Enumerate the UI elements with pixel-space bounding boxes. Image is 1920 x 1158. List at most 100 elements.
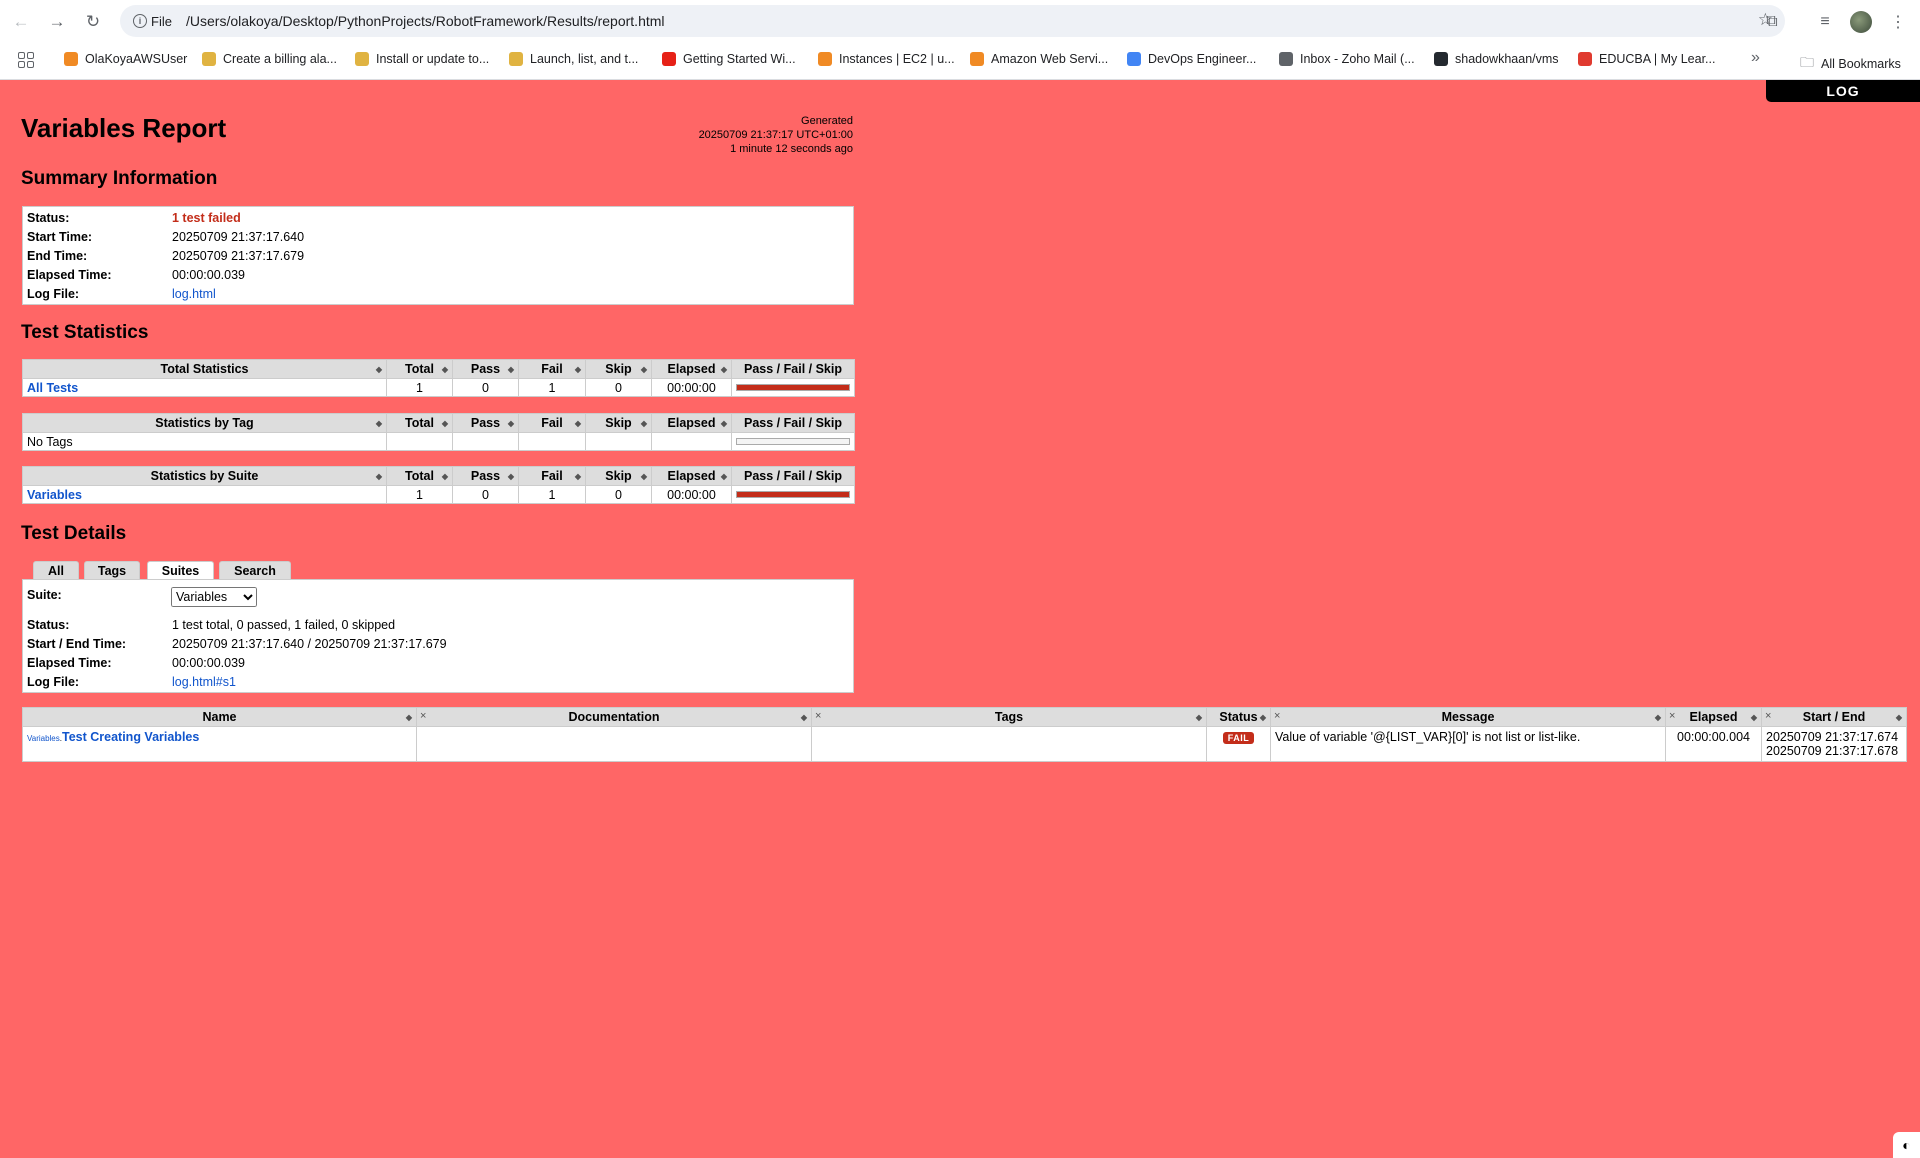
test-documentation (416, 726, 812, 762)
empty-graph-bar (736, 438, 850, 445)
hide-column-icon[interactable]: × (1765, 710, 1771, 722)
bookmark-favicon-icon (64, 52, 78, 66)
bookmarks-overflow-icon[interactable]: » (1751, 49, 1760, 67)
bookmark-item[interactable]: DevOps Engineer... (1127, 52, 1256, 66)
col-status[interactable]: Status ◆ (1206, 707, 1271, 727)
extensions-icon[interactable]: ⧉ (1759, 9, 1785, 35)
col-pass[interactable]: Pass ◆ (452, 359, 519, 379)
col-tags[interactable]: × Tags ◆ (811, 707, 1207, 727)
bookmarks-bar: OlaKoyaAWSUser Create a billing ala... Ins… (0, 42, 1920, 80)
col-elapsed[interactable]: Elapsed ◆ (651, 466, 732, 486)
back-icon[interactable]: ← (8, 9, 34, 35)
all-bookmarks-label: All Bookmarks (1821, 57, 1901, 71)
col-skip[interactable]: Skip ◆ (585, 413, 652, 433)
hide-column-icon[interactable]: × (815, 710, 821, 722)
tab-search[interactable]: Search (219, 561, 291, 580)
col-skip[interactable]: Skip ◆ (585, 466, 652, 486)
bookmark-item[interactable]: OlaKoyaAWSUser (64, 52, 187, 66)
status-badge: FAIL (1222, 732, 1255, 744)
log-link-button[interactable]: LOG (1766, 80, 1920, 102)
theme-toggle-icon[interactable]: ◐ (1893, 1132, 1920, 1158)
col-total[interactable]: Total ◆ (386, 466, 453, 486)
tab-tags[interactable]: Tags (84, 561, 140, 580)
col-start-end[interactable]: × Start / End ◆ (1761, 707, 1907, 727)
suite-log-link[interactable]: log.html#s1 (172, 675, 236, 689)
browser-chrome: ← → ↻ i File /Users/olakoya/Desktop/Pyth… (0, 0, 1920, 80)
forward-icon[interactable]: → (44, 9, 70, 35)
report-title: Variables Report (21, 113, 227, 143)
generated-ago: 1 minute 12 seconds ago (730, 143, 853, 155)
hide-column-icon[interactable]: × (1274, 710, 1280, 722)
col-graph: Pass / Fail / Skip (731, 466, 855, 486)
parent-suite-link[interactable]: Variables (27, 734, 60, 743)
bookmark-favicon-icon (355, 52, 369, 66)
generated-info: Generated 20250709 21:37:17 UTC+01:00 1 … (600, 114, 853, 156)
site-info-button[interactable]: i File (128, 10, 177, 32)
total-statistics-header[interactable]: Total Statistics ◆ (22, 359, 387, 379)
folder-icon: 🗀 (1800, 54, 1814, 70)
col-documentation[interactable]: × Documentation ◆ (416, 707, 812, 727)
suite-statistics-table: Statistics by Suite ◆ Total ◆ Pass ◆ Fail ◆ … (22, 466, 855, 504)
tag-statistics-header[interactable]: Statistics by Tag ◆ (22, 413, 387, 433)
bookmark-label: shadowkhaan/vms (1455, 52, 1559, 66)
apps-grid-icon[interactable] (18, 52, 34, 68)
bookmark-favicon-icon (202, 52, 216, 66)
col-elapsed[interactable]: × Elapsed ◆ (1665, 707, 1762, 727)
site-info-label: File (151, 13, 172, 29)
reload-icon[interactable]: ↻ (80, 9, 106, 35)
col-elapsed[interactable]: Elapsed ◆ (651, 359, 732, 379)
tab-suites[interactable]: Suites (147, 561, 214, 581)
col-total[interactable]: Total ◆ (386, 413, 453, 433)
bookmark-item[interactable]: Amazon Web Servi... (970, 52, 1108, 66)
bookmark-item[interactable]: Launch, list, and t... (509, 52, 638, 66)
bookmark-label: Getting Started Wi... (683, 52, 796, 66)
address-bar[interactable]: i File /Users/olakoya/Desktop/PythonProj… (120, 5, 1785, 37)
test-name-link[interactable]: Test Creating Variables (62, 730, 199, 744)
col-pass[interactable]: Pass ◆ (452, 466, 519, 486)
suite-statistics-header[interactable]: Statistics by Suite ◆ (22, 466, 387, 486)
media-controls-icon[interactable]: ≡ (1812, 9, 1838, 35)
summary-heading: Summary Information (21, 168, 218, 189)
pass-fail-skip-bar (736, 384, 850, 391)
bookmark-item[interactable]: Instances | EC2 | u... (818, 52, 955, 66)
profile-avatar[interactable] (1850, 11, 1872, 33)
all-tests-link[interactable]: All Tests (27, 381, 78, 395)
statistics-heading: Test Statistics (21, 322, 149, 343)
bookmark-favicon-icon (509, 52, 523, 66)
bookmark-item[interactable]: Inbox - Zoho Mail (... (1279, 52, 1415, 66)
bookmark-item[interactable]: shadowkhaan/vms (1434, 52, 1559, 66)
bookmark-item[interactable]: Create a billing ala... (202, 52, 337, 66)
col-name[interactable]: Name ◆ (22, 707, 417, 727)
bookmark-label: Create a billing ala... (223, 52, 337, 66)
bookmark-item[interactable]: Getting Started Wi... (662, 52, 796, 66)
hide-column-icon[interactable]: × (420, 710, 426, 722)
bookmark-favicon-icon (662, 52, 676, 66)
more-menu-icon[interactable]: ⋮ (1885, 9, 1911, 35)
tag-statistics-table: Statistics by Tag ◆ Total ◆ Pass ◆ Fail ◆ Sk… (22, 413, 855, 451)
bookmark-favicon-icon (1578, 52, 1592, 66)
col-fail[interactable]: Fail ◆ (518, 466, 586, 486)
test-elapsed: 00:00:00.004 (1665, 726, 1762, 762)
suite-select[interactable]: Variables (171, 587, 257, 607)
col-skip[interactable]: Skip ◆ (585, 359, 652, 379)
bookmark-item[interactable]: EDUCBA | My Lear... (1578, 52, 1715, 66)
hide-column-icon[interactable]: × (1669, 710, 1675, 722)
all-bookmarks-button[interactable]: 🗀 All Bookmarks (1800, 52, 1901, 76)
col-fail[interactable]: Fail ◆ (518, 413, 586, 433)
url-text[interactable]: /Users/olakoya/Desktop/PythonProjects/Ro… (186, 13, 665, 29)
col-total[interactable]: Total ◆ (386, 359, 453, 379)
col-pass[interactable]: Pass ◆ (452, 413, 519, 433)
bookmark-label: DevOps Engineer... (1148, 52, 1257, 66)
tab-all[interactable]: All (33, 561, 79, 580)
bookmark-favicon-icon (1434, 52, 1448, 66)
col-message[interactable]: × Message ◆ (1270, 707, 1666, 727)
bookmark-item[interactable]: Install or update to... (355, 52, 489, 66)
no-tags-label: No Tags (22, 432, 387, 451)
table-row: Variables 1 0 1 0 00:00:00 (22, 485, 855, 504)
suite-variables-link[interactable]: Variables (27, 488, 82, 502)
bookmark-label: Launch, list, and t... (530, 52, 639, 66)
col-elapsed[interactable]: Elapsed ◆ (651, 413, 732, 433)
log-file-link[interactable]: log.html (172, 287, 216, 301)
col-fail[interactable]: Fail ◆ (518, 359, 586, 379)
test-start-end: 20250709 21:37:17.674 20250709 21:37:17.… (1761, 726, 1907, 762)
